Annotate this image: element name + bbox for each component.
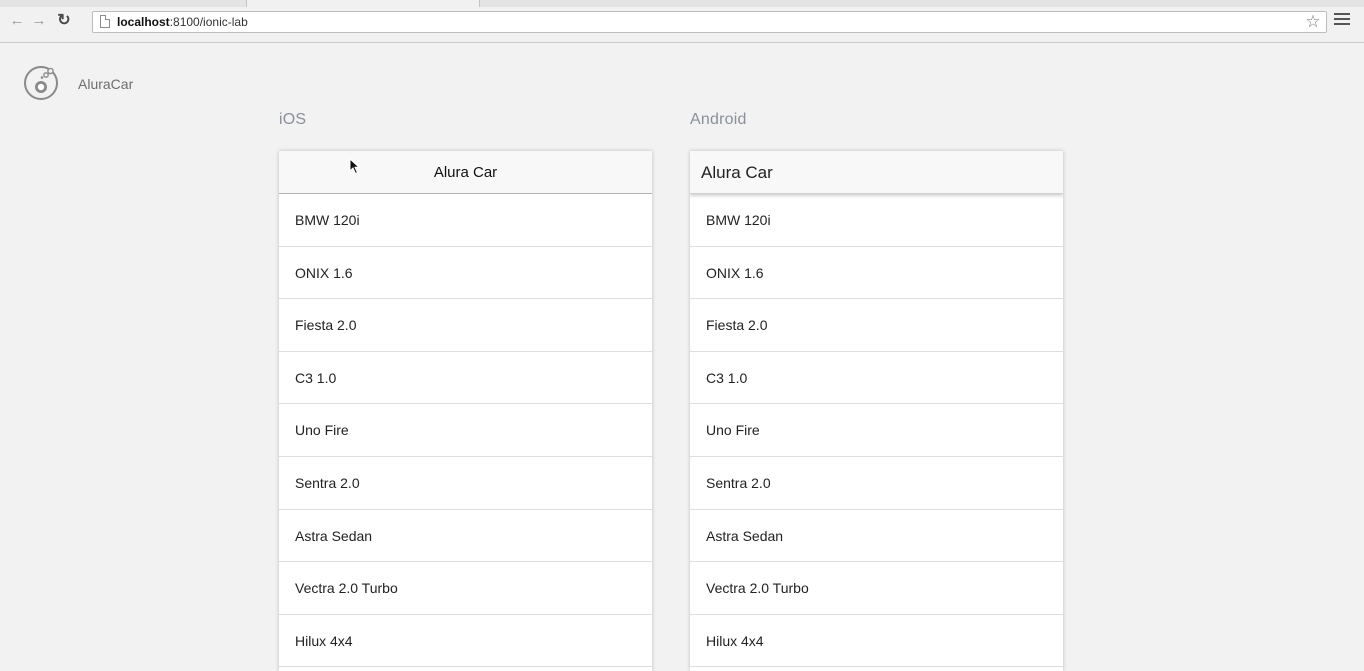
list-item[interactable]: Sentra 2.0 — [279, 457, 652, 510]
ios-device-preview: Alura Car BMW 120i ONIX 1.6 Fiesta 2.0 C… — [279, 151, 652, 671]
android-toolbar: Alura Car — [690, 151, 1063, 194]
android-toolbar-title: Alura Car — [701, 163, 773, 182]
url-path: :8100/ionic-lab — [169, 15, 248, 29]
forward-arrow-icon[interactable]: → — [30, 12, 48, 30]
url-host: localhost — [117, 15, 170, 29]
platform-title-android: Android — [690, 111, 747, 128]
star-icon[interactable]: ☆ — [1303, 12, 1323, 32]
list-item[interactable]: Vectra 2.0 Turbo — [690, 562, 1063, 615]
list-item[interactable]: C3 1.0 — [279, 352, 652, 405]
app-name: AluraCar — [78, 76, 134, 92]
android-device-preview: Alura Car BMW 120i ONIX 1.6 Fiesta 2.0 C… — [690, 151, 1063, 671]
tab-strip — [0, 0, 1364, 7]
hamburger-menu-icon[interactable] — [1334, 13, 1350, 29]
ios-toolbar-title: Alura Car — [433, 164, 498, 181]
list-item[interactable]: Hilux 4x4 — [690, 615, 1063, 668]
ios-toolbar: Alura Car — [279, 151, 652, 194]
list-item[interactable]: Fiesta 2.0 — [279, 299, 652, 352]
ionic-lab-flask-icon[interactable] — [22, 64, 60, 102]
android-car-list: BMW 120i ONIX 1.6 Fiesta 2.0 C3 1.0 Uno … — [690, 194, 1063, 668]
back-arrow-icon[interactable]: ← — [8, 12, 26, 30]
list-item[interactable]: Fiesta 2.0 — [690, 299, 1063, 352]
browser-toolbar: ← → ↻ localhost:8100/ionic-lab ☆ — [0, 0, 1364, 43]
ios-car-list: BMW 120i ONIX 1.6 Fiesta 2.0 C3 1.0 Uno … — [279, 194, 652, 668]
list-item[interactable]: Uno Fire — [690, 404, 1063, 457]
list-item[interactable]: Vectra 2.0 Turbo — [279, 562, 652, 615]
list-item[interactable]: Uno Fire — [279, 404, 652, 457]
list-item[interactable]: Astra Sedan — [279, 510, 652, 563]
url-text: localhost:8100/ionic-lab — [117, 15, 248, 29]
address-bar[interactable]: localhost:8100/ionic-lab — [92, 11, 1327, 33]
reload-icon[interactable]: ↻ — [55, 12, 73, 30]
list-item[interactable]: BMW 120i — [690, 194, 1063, 247]
list-item[interactable]: C3 1.0 — [690, 352, 1063, 405]
browser-tab[interactable] — [246, 0, 480, 7]
page-icon — [100, 15, 110, 28]
list-item[interactable]: ONIX 1.6 — [279, 247, 652, 300]
list-item[interactable]: Sentra 2.0 — [690, 457, 1063, 510]
list-item[interactable]: BMW 120i — [279, 194, 652, 247]
list-item[interactable]: ONIX 1.6 — [690, 247, 1063, 300]
list-item[interactable]: Astra Sedan — [690, 510, 1063, 563]
platform-title-ios: iOS — [279, 111, 307, 128]
list-item[interactable]: Hilux 4x4 — [279, 615, 652, 668]
